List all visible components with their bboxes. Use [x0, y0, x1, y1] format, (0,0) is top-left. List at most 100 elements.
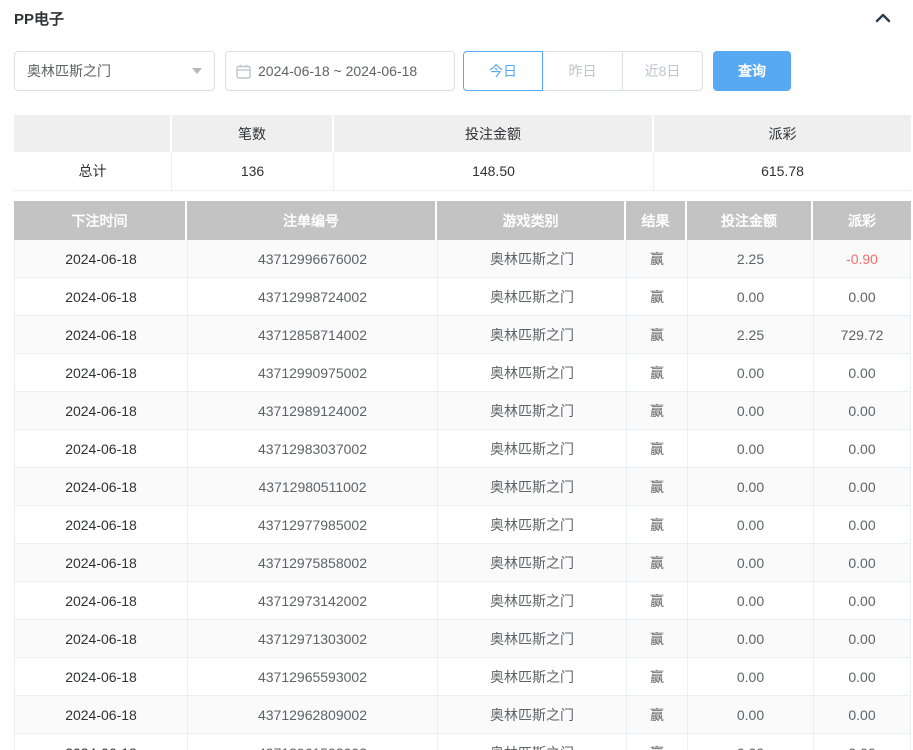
cell-order-id: 43712962809002 [188, 696, 438, 733]
header-payout: 派彩 [813, 201, 911, 240]
date-range-input[interactable]: 2024-06-18 ~ 2024-06-18 [225, 51, 455, 91]
cell-game-type: 奥林匹斯之门 [438, 506, 627, 543]
cell-order-id: 43712965593002 [188, 658, 438, 695]
cell-bet-time: 2024-06-18 [15, 696, 188, 733]
header-game-type: 游戏类别 [437, 201, 626, 240]
table-row: 2024-06-1843712983037002奥林匹斯之门赢0.000.00 [14, 430, 911, 468]
cell-order-id: 43712858714002 [188, 316, 438, 353]
summary-header-row: 笔数 投注金额 派彩 [14, 115, 911, 152]
cell-bet-amount: 0.00 [688, 658, 814, 695]
cell-bet-time: 2024-06-18 [15, 316, 188, 353]
cell-bet-amount: 0.00 [688, 734, 814, 750]
cell-game-type: 奥林匹斯之门 [438, 278, 627, 315]
cell-bet-time: 2024-06-18 [15, 734, 188, 750]
cell-payout: 0.00 [814, 620, 910, 657]
cell-payout: 0.00 [814, 278, 910, 315]
cell-order-id: 43712973142002 [188, 582, 438, 619]
bet-records-table: 下注时间 注单编号 游戏类别 结果 投注金额 派彩 2024-06-184371… [14, 201, 911, 750]
cell-result: 赢 [627, 734, 688, 750]
summary-total-bet-amount: 148.50 [334, 152, 654, 190]
table-row: 2024-06-1843712961593002奥林匹斯之门赢0.000.00 [14, 734, 911, 750]
cell-game-type: 奥林匹斯之门 [438, 696, 627, 733]
table-row: 2024-06-1843712973142002奥林匹斯之门赢0.000.00 [14, 582, 911, 620]
header-result: 结果 [626, 201, 687, 240]
query-button[interactable]: 查询 [713, 51, 791, 91]
cell-bet-time: 2024-06-18 [15, 620, 188, 657]
chevron-up-icon [875, 10, 891, 28]
cell-bet-amount: 0.00 [688, 354, 814, 391]
game-select[interactable]: 奥林匹斯之门 [14, 51, 215, 91]
summary-header-payout: 派彩 [654, 115, 911, 152]
cell-result: 赢 [627, 544, 688, 581]
cell-result: 赢 [627, 696, 688, 733]
cell-bet-time: 2024-06-18 [15, 506, 188, 543]
table-row: 2024-06-1843712989124002奥林匹斯之门赢0.000.00 [14, 392, 911, 430]
header-bet-time: 下注时间 [14, 201, 187, 240]
cell-game-type: 奥林匹斯之门 [438, 392, 627, 429]
cell-result: 赢 [627, 620, 688, 657]
summary-total-label: 总计 [14, 152, 172, 190]
cell-game-type: 奥林匹斯之门 [438, 240, 627, 277]
cell-order-id: 43712961593002 [188, 734, 438, 750]
cell-bet-amount: 0.00 [688, 430, 814, 467]
table-row: 2024-06-1843712980511002奥林匹斯之门赢0.000.00 [14, 468, 911, 506]
table-row: 2024-06-1843712962809002奥林匹斯之门赢0.000.00 [14, 696, 911, 734]
cell-result: 赢 [627, 278, 688, 315]
cell-bet-time: 2024-06-18 [15, 582, 188, 619]
cell-game-type: 奥林匹斯之门 [438, 734, 627, 750]
table-row: 2024-06-1843712990975002奥林匹斯之门赢0.000.00 [14, 354, 911, 392]
cell-order-id: 43712989124002 [188, 392, 438, 429]
cell-result: 赢 [627, 658, 688, 695]
pp-games-report-panel: PP电子 奥林匹斯之门 2024-06-18 ~ 2024-06-18 今日 昨… [0, 0, 913, 750]
cell-payout: -0.90 [814, 240, 910, 277]
cell-order-id: 43712971303002 [188, 620, 438, 657]
today-button[interactable]: 今日 [463, 51, 543, 91]
summary-header-bet-amount: 投注金额 [334, 115, 654, 152]
cell-bet-amount: 0.00 [688, 696, 814, 733]
cell-bet-amount: 0.00 [688, 392, 814, 429]
cell-order-id: 43712977985002 [188, 506, 438, 543]
cell-bet-amount: 0.00 [688, 620, 814, 657]
calendar-icon [236, 64, 251, 79]
cell-order-id: 43712983037002 [188, 430, 438, 467]
cell-result: 赢 [627, 506, 688, 543]
cell-game-type: 奥林匹斯之门 [438, 544, 627, 581]
table-header-row: 下注时间 注单编号 游戏类别 结果 投注金额 派彩 [14, 201, 911, 240]
collapse-panel-button[interactable] [873, 9, 893, 29]
last-8-days-button[interactable]: 近8日 [623, 51, 703, 91]
cell-payout: 0.00 [814, 506, 910, 543]
cell-game-type: 奥林匹斯之门 [438, 582, 627, 619]
cell-bet-time: 2024-06-18 [15, 658, 188, 695]
cell-game-type: 奥林匹斯之门 [438, 354, 627, 391]
cell-bet-time: 2024-06-18 [15, 354, 188, 391]
table-row: 2024-06-1843712965593002奥林匹斯之门赢0.000.00 [14, 658, 911, 696]
summary-header-count: 笔数 [172, 115, 334, 152]
cell-payout: 0.00 [814, 734, 910, 750]
cell-payout: 0.00 [814, 354, 910, 391]
table-row: 2024-06-1843712998724002奥林匹斯之门赢0.000.00 [14, 278, 911, 316]
cell-game-type: 奥林匹斯之门 [438, 430, 627, 467]
quick-range-button-group: 今日 昨日 近8日 [463, 51, 703, 91]
cell-result: 赢 [627, 392, 688, 429]
cell-payout: 0.00 [814, 658, 910, 695]
table-row: 2024-06-1843712975858002奥林匹斯之门赢0.000.00 [14, 544, 911, 582]
table-row: 2024-06-1843712858714002奥林匹斯之门赢2.25729.7… [14, 316, 911, 354]
yesterday-button[interactable]: 昨日 [543, 51, 623, 91]
table-row: 2024-06-1843712977985002奥林匹斯之门赢0.000.00 [14, 506, 911, 544]
cell-payout: 729.72 [814, 316, 910, 353]
cell-game-type: 奥林匹斯之门 [438, 316, 627, 353]
cell-result: 赢 [627, 316, 688, 353]
cell-bet-amount: 0.00 [688, 468, 814, 505]
cell-result: 赢 [627, 240, 688, 277]
summary-total-count: 136 [172, 152, 334, 190]
cell-bet-amount: 0.00 [688, 506, 814, 543]
summary-header-blank [14, 115, 172, 152]
cell-payout: 0.00 [814, 696, 910, 733]
cell-bet-time: 2024-06-18 [15, 392, 188, 429]
cell-payout: 0.00 [814, 430, 910, 467]
cell-result: 赢 [627, 430, 688, 467]
cell-order-id: 43712990975002 [188, 354, 438, 391]
cell-bet-amount: 2.25 [688, 316, 814, 353]
cell-order-id: 43712996676002 [188, 240, 438, 277]
cell-payout: 0.00 [814, 468, 910, 505]
